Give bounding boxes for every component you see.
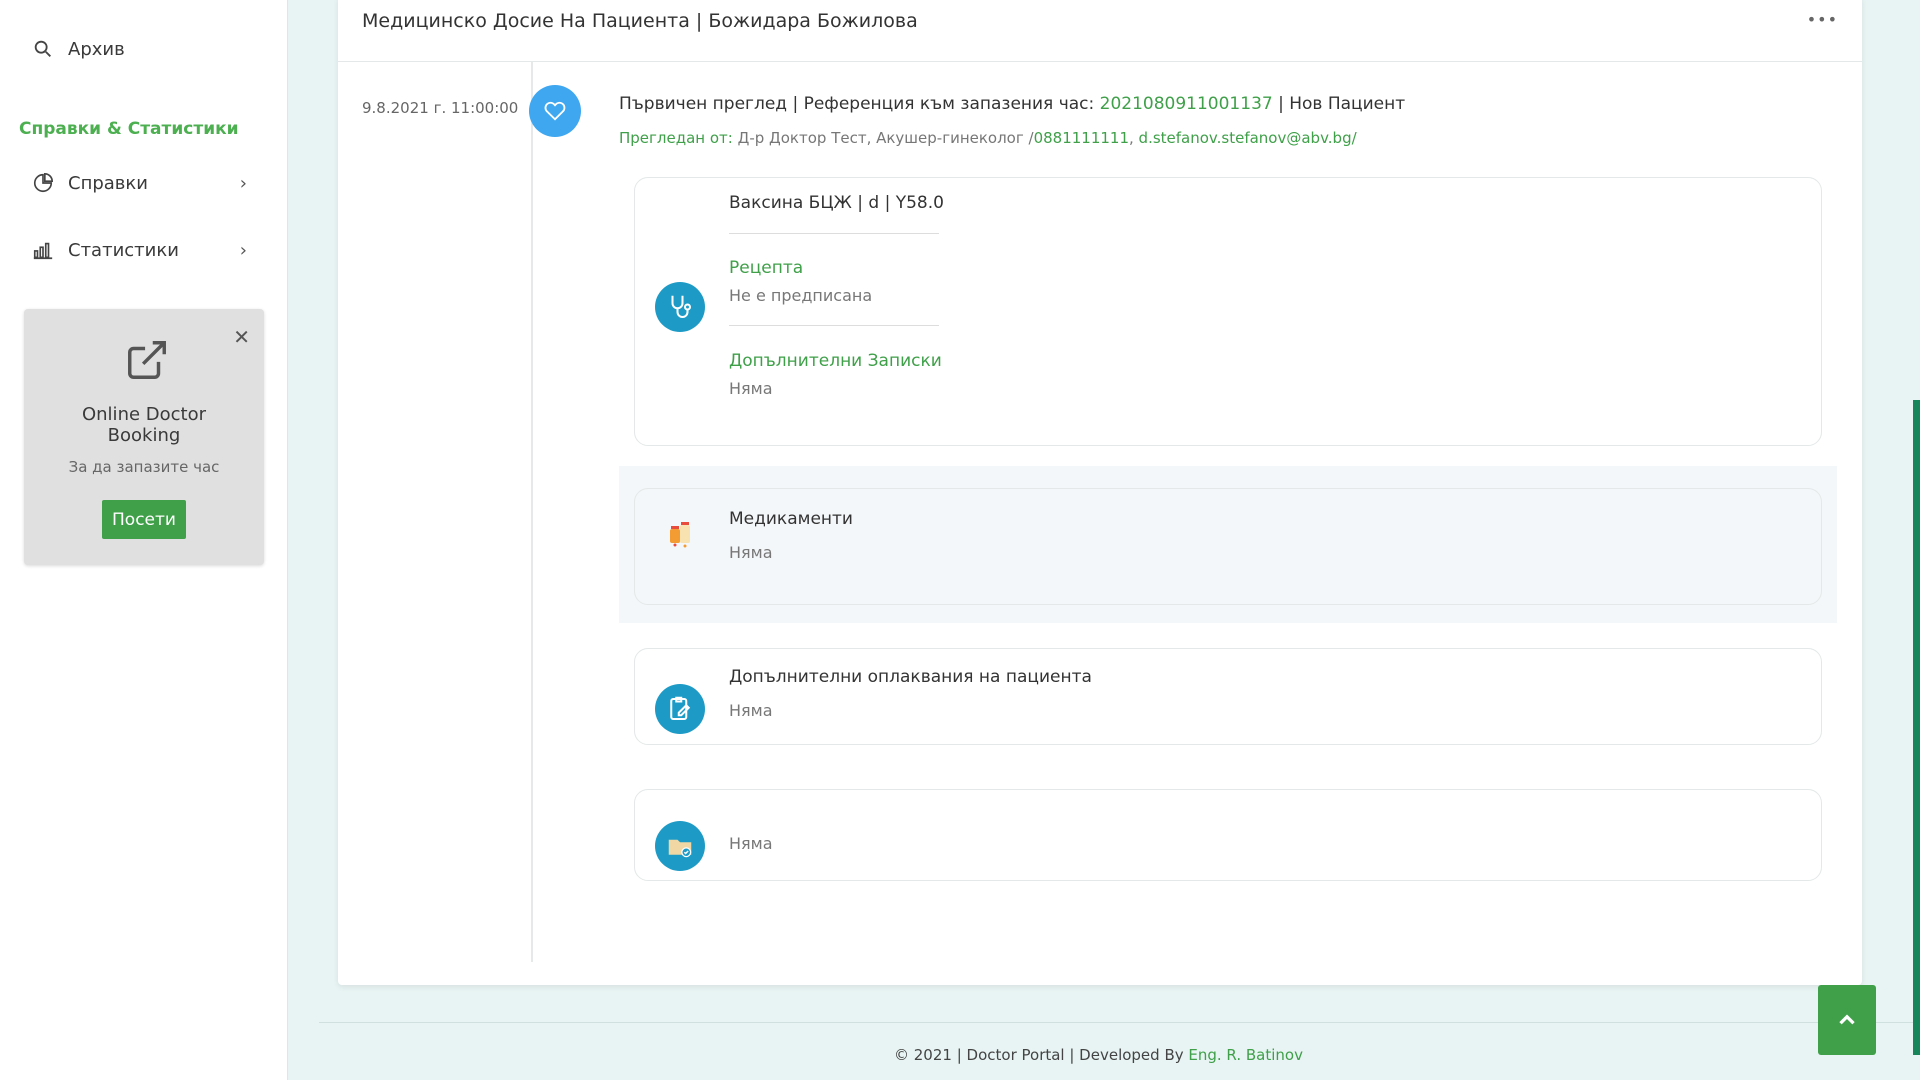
patient-record-card: Медицинско Досие На Пациента | Божидара … [338,0,1862,985]
sidebar-item-label: Статистики [68,239,179,261]
clipboard-edit-icon [655,684,705,734]
complaints-box: Допълнителни оплаквания на пациента Няма [634,648,1822,745]
sidebar-item-reports[interactable]: Справки [32,172,252,194]
chevron-right-icon: › [239,240,247,261]
visit-type: Първичен преглед | Референция към запазе… [619,94,1100,114]
sidebar-item-label: Архив [68,38,125,60]
doctor-phone[interactable]: 0881111111 [1034,129,1129,147]
external-link-icon [128,341,166,379]
sidebar-item-statistics[interactable]: Статистики [32,239,252,261]
complaints-title: Допълнителни оплаквания на пациента [729,667,1092,687]
reviewed-label: Прегледан от: [619,129,733,147]
divider [729,233,939,234]
scroll-to-top-button[interactable] [1818,985,1876,1055]
sidebar-item-archive[interactable]: Архив [32,38,125,60]
scrollbar-thumb[interactable] [1913,400,1920,1055]
notes-value: Няма [729,379,773,398]
card-header: Медицинско Досие На Пациента | Божидара … [338,0,1862,62]
stethoscope-icon [655,282,705,332]
sidebar-item-label: Справки [68,172,148,194]
search-icon [34,40,51,57]
footer: © 2021 | Doctor Portal | Developed By En… [894,1046,1303,1064]
separator-slash: / [1351,129,1357,147]
promo-subtitle: За да запазите час [68,458,220,476]
chevron-up-icon [1839,1014,1855,1025]
files-box: Няма [634,789,1822,881]
page-title: Медицинско Досие На Пациента | Божидара … [362,10,918,32]
notes-label: Допълнителни Записки [729,351,942,371]
reference-link[interactable]: 2021080911001137 [1100,94,1273,114]
complaints-value: Няма [729,701,773,720]
visit-heading: Първичен преглед | Референция към запазе… [619,94,1405,114]
medications-title: Медикаменти [729,509,853,529]
diagnosis-title: Ваксина БЦЖ | d | Y58.0 [729,193,944,213]
separator: , [1129,129,1139,147]
footer-divider [319,1022,1920,1023]
divider [729,325,939,326]
bar-chart-icon [33,242,53,260]
chevron-right-icon: › [239,173,247,194]
doctor-name: Д-р Доктор Тест, Акушер-гинеколог / [732,129,1034,147]
heart-icon [544,101,566,121]
visit-button[interactable]: Посети [102,500,186,539]
sidebar-section-title: Справки & Статистики [19,119,239,139]
patient-status: | Нов Пациент [1272,94,1406,114]
doctor-email[interactable]: d.stefanov.stefanov@abv.bg [1139,129,1352,147]
diagnosis-box: Ваксина БЦЖ | d | Y58.0 Рецепта Не е пре… [634,177,1822,446]
promo-title: Online Doctor Booking [81,404,207,446]
prescription-value: Не е предписана [729,286,873,305]
sidebar: Архив Справки & Статистики Справки › Ста… [0,0,288,1080]
more-menu-icon[interactable]: ••• [1807,10,1838,29]
prescription-label: Рецепта [729,258,804,278]
pie-chart-icon [33,173,53,193]
medications-value: Няма [729,543,773,562]
visit-date: 9.8.2021 г. 11:00:00 [362,99,519,117]
folder-check-icon [655,821,705,871]
reviewed-by: Прегледан от: Д-р Доктор Тест, Акушер-ги… [619,129,1357,147]
close-icon[interactable]: ✕ [233,325,250,349]
medications-box: Медикаменти Няма [634,488,1822,605]
author-link[interactable]: Eng. R. Batinov [1188,1046,1303,1064]
timeline-line [531,62,533,962]
footer-text: © 2021 | Doctor Portal | Developed By [894,1046,1189,1064]
medication-bottles-icon [655,509,705,559]
timeline-dot [529,85,581,137]
files-value: Няма [729,834,773,853]
booking-promo-card: ✕ Online Doctor Booking За да запазите ч… [24,309,264,565]
